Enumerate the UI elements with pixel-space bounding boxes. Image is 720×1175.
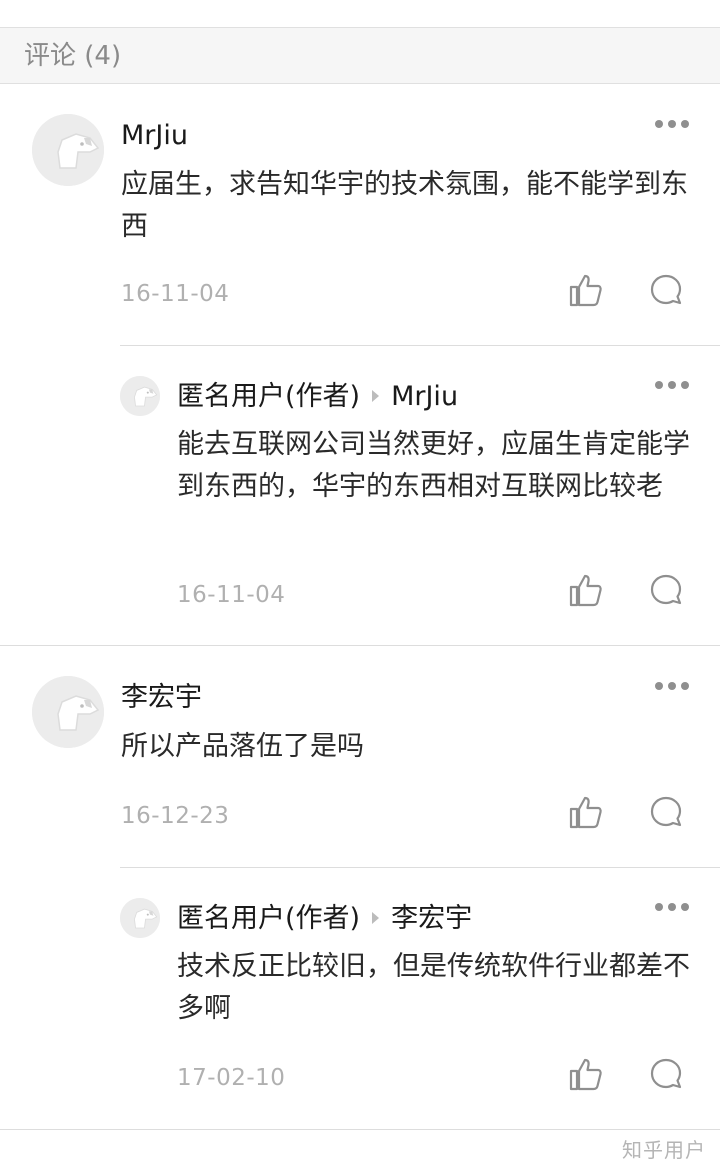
top-spacer	[0, 0, 720, 28]
comment-author[interactable]: 李宏宇	[121, 681, 202, 715]
reply-author-line: 匿名用户(作者) MrJiu	[177, 380, 458, 414]
thumb-up-icon[interactable]	[567, 572, 603, 608]
comment-date: 16-12-23	[121, 803, 230, 829]
reply-author[interactable]: 匿名用户(作者)	[177, 381, 360, 412]
watermark: 知乎用户	[622, 1138, 706, 1162]
thumb-up-icon[interactable]	[567, 794, 603, 830]
reply-author-line: 匿名用户(作者) 李宏宇	[177, 902, 472, 936]
default-avatar-dog-icon[interactable]	[120, 376, 160, 416]
reply-arrow-icon	[372, 389, 380, 402]
reply-target[interactable]: MrJiu	[391, 381, 458, 412]
speech-bubble-icon[interactable]	[648, 272, 684, 308]
more-dots-icon[interactable]	[655, 117, 691, 131]
reply-date: 16-11-04	[177, 582, 286, 608]
thumb-up-icon[interactable]	[567, 1056, 603, 1092]
comment-text: 所以产品落伍了是吗	[121, 731, 364, 762]
default-avatar-dog-icon[interactable]	[32, 114, 104, 186]
speech-bubble-icon[interactable]	[648, 794, 684, 830]
speech-bubble-icon[interactable]	[648, 572, 684, 608]
reply-item: 匿名用户(作者) MrJiu 能去互联网公司当然更好，应届生肯定能学到东西的，华宇…	[0, 346, 720, 646]
reply-arrow-icon	[372, 911, 380, 924]
more-dots-icon[interactable]	[655, 900, 691, 914]
reply-date: 17-02-10	[177, 1065, 286, 1091]
reply-text: 能去互联网公司当然更好，应届生肯定能学到东西的，华宇的东西相对互联网比较老	[177, 429, 690, 502]
thumb-up-icon[interactable]	[567, 272, 603, 308]
speech-bubble-icon[interactable]	[648, 1056, 684, 1092]
divider	[0, 1129, 720, 1130]
more-dots-icon[interactable]	[655, 378, 691, 392]
comment-item: MrJiu 应届生，求告知华宇的技术氛围，能不能学到东西 16-11-04	[0, 84, 720, 346]
more-dots-icon[interactable]	[655, 679, 691, 693]
reply-text: 技术反正比较旧，但是传统软件行业都差不多啊	[177, 951, 690, 1024]
comment-author[interactable]: MrJiu	[121, 119, 188, 153]
comments-title: 评论 (4)	[24, 41, 122, 71]
comment-item: 李宏宇 所以产品落伍了是吗 16-12-23	[0, 646, 720, 868]
comments-header: 评论 (4)	[0, 28, 720, 84]
default-avatar-dog-icon[interactable]	[32, 676, 104, 748]
comment-text: 应届生，求告知华宇的技术氛围，能不能学到东西	[121, 169, 688, 242]
default-avatar-dog-icon[interactable]	[120, 898, 160, 938]
comment-date: 16-11-04	[121, 281, 230, 307]
reply-target[interactable]: 李宏宇	[391, 903, 472, 934]
reply-item: 匿名用户(作者) 李宏宇 技术反正比较旧，但是传统软件行业都差不多啊 17-02-…	[0, 868, 720, 1130]
reply-author[interactable]: 匿名用户(作者)	[177, 903, 360, 934]
